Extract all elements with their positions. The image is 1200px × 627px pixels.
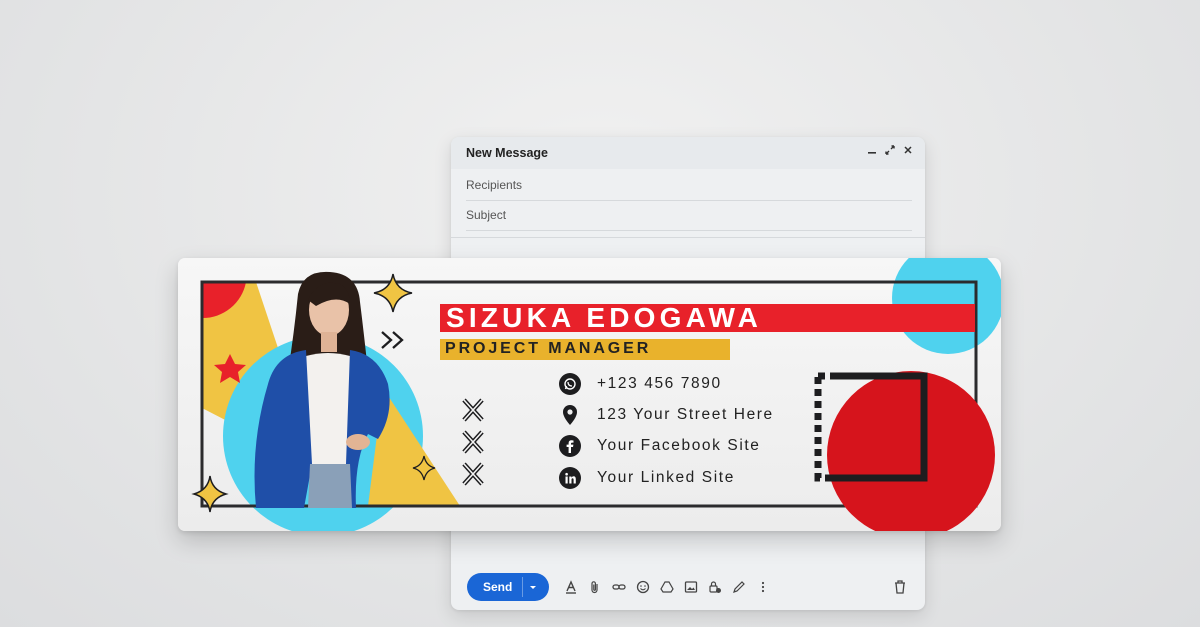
contact-address[interactable]: 123 Your Street Here bbox=[559, 402, 774, 428]
email-signature-card: SIZUKA EDOGAWA PROJECT MANAGER +123 456 … bbox=[178, 258, 1001, 531]
more-options-icon[interactable] bbox=[755, 579, 771, 595]
recipients-input[interactable]: Recipients bbox=[466, 170, 912, 201]
whatsapp-icon bbox=[559, 373, 581, 395]
contact-phone-text: +123 456 7890 bbox=[597, 375, 722, 392]
contact-phone[interactable]: +123 456 7890 bbox=[559, 371, 722, 397]
contact-facebook-text: Your Facebook Site bbox=[597, 437, 761, 454]
drive-icon[interactable] bbox=[659, 579, 675, 595]
close-icon[interactable] bbox=[901, 144, 915, 160]
compose-header: New Message bbox=[451, 137, 925, 169]
compose-toolbar: Send bbox=[467, 573, 913, 601]
contact-address-text: 123 Your Street Here bbox=[597, 406, 774, 423]
pen-icon[interactable] bbox=[731, 579, 747, 595]
compose-title: New Message bbox=[466, 146, 548, 160]
subject-input[interactable]: Subject bbox=[466, 200, 912, 231]
expand-icon[interactable] bbox=[883, 144, 897, 160]
send-button[interactable]: Send bbox=[467, 573, 549, 601]
lock-clock-icon[interactable] bbox=[707, 579, 723, 595]
image-icon[interactable] bbox=[683, 579, 699, 595]
linkedin-icon bbox=[559, 467, 581, 489]
send-options-button[interactable] bbox=[528, 578, 538, 599]
attach-icon[interactable] bbox=[587, 579, 603, 595]
send-label: Send bbox=[483, 580, 513, 594]
trash-icon[interactable] bbox=[893, 579, 909, 595]
window-controls bbox=[865, 144, 915, 160]
signature-job-title: PROJECT MANAGER bbox=[445, 340, 652, 357]
location-pin-icon bbox=[559, 404, 581, 426]
emoji-icon[interactable] bbox=[635, 579, 651, 595]
send-divider bbox=[522, 577, 523, 597]
red-circle-decor bbox=[827, 371, 995, 531]
contact-facebook[interactable]: Your Facebook Site bbox=[559, 433, 761, 459]
text-format-icon[interactable] bbox=[563, 579, 579, 595]
profile-photo bbox=[254, 271, 390, 508]
link-icon[interactable] bbox=[611, 579, 627, 595]
contact-linkedin[interactable]: Your Linked Site bbox=[559, 465, 735, 491]
signature-name: SIZUKA EDOGAWA bbox=[446, 302, 762, 333]
contact-linkedin-text: Your Linked Site bbox=[597, 469, 735, 486]
minimize-icon[interactable] bbox=[865, 144, 879, 160]
facebook-icon bbox=[559, 435, 581, 457]
body-divider bbox=[451, 237, 925, 238]
format-tools bbox=[563, 579, 771, 595]
